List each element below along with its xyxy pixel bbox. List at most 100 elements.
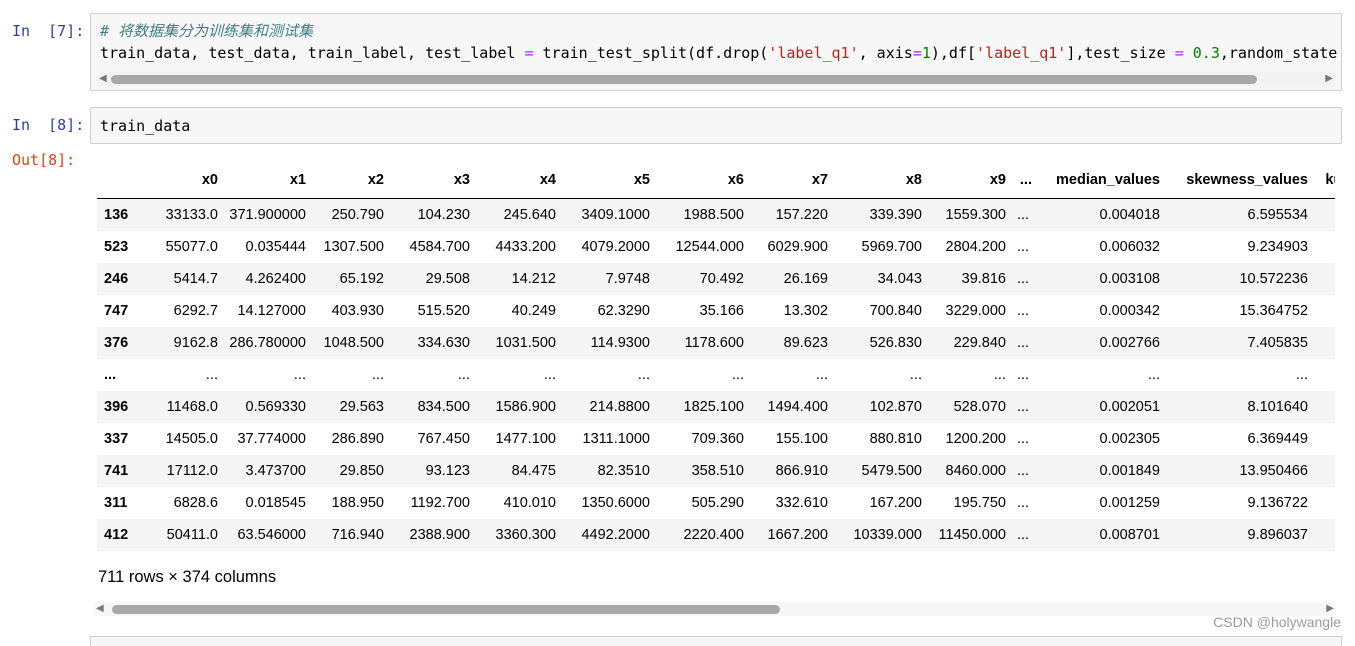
table-cell: 63.546000 (237, 527, 306, 543)
code-token: ,random_state (1219, 44, 1338, 62)
table-header-row: x0 x1 x2 x3 x4 x5 x6 x7 x8 x9... median_values skew… (97, 162, 1335, 199)
row-index: 396 (104, 399, 129, 415)
scroll-left-icon[interactable]: ◀ (96, 602, 104, 616)
code-token: ],test_size (1066, 44, 1175, 62)
row-index: ... (104, 367, 117, 383)
table-cell: 4079.2000 (581, 239, 650, 255)
table-cell: 11468.0 (166, 399, 218, 415)
row-index: 747 (104, 303, 129, 319)
table-cell: 155.100 (775, 431, 828, 447)
table-cell: 39.816 (961, 271, 1006, 287)
table-cell: ... (1016, 239, 1030, 255)
table-cell: 5969.700 (861, 239, 922, 255)
table-cell: ... (1016, 271, 1030, 287)
table-cell: 8460.000 (945, 463, 1006, 479)
table-cell: 5414.7 (173, 271, 218, 287)
table-cell: 9.896037 (1247, 527, 1308, 543)
table-cell: 6029.900 (767, 239, 828, 255)
next-cell-input[interactable] (90, 636, 1342, 646)
column-header: x5 (560, 162, 654, 199)
table-cell: 6.595534 (1247, 207, 1308, 223)
table-cell: ... (1016, 463, 1030, 479)
row-index: 376 (104, 335, 129, 351)
table-cell: 110.260 (1312, 519, 1335, 551)
table-cell: 35.166 (699, 303, 744, 319)
row-index: 412 (104, 527, 129, 543)
cell-7-code[interactable]: # 将数据集分为训练集和测试集 train_data, test_data, t… (91, 14, 1341, 64)
table-row: 747 6292.7 14.127000 403.930 515.520 40.249 62… (97, 295, 1335, 327)
table-cell: 65.192 (339, 271, 384, 287)
table-cell: 229.840 (953, 335, 1006, 351)
table-cell: ... (1147, 367, 1160, 383)
table-cell: 403.930 (331, 303, 384, 319)
cell-8-code[interactable]: train_data (91, 108, 1341, 137)
table-cell: 0.569330 (245, 399, 306, 415)
column-header: median_values (1036, 162, 1164, 199)
table-cell: 8.101640 (1247, 399, 1308, 415)
table-cell: 9.234903 (1247, 239, 1308, 255)
code-line: train_data, test_data, train_label, test… (100, 44, 1337, 62)
table-cell: ... (1016, 527, 1030, 543)
scrollbar-thumb[interactable] (111, 75, 1257, 84)
table-cell: 332.610 (775, 495, 828, 511)
table-cell: 104.230 (417, 207, 470, 223)
table-cell: 0.001849 (1099, 463, 1160, 479)
table-cell: 0.008701 (1099, 527, 1160, 543)
table-cell: ... (293, 367, 306, 383)
scrollbar-thumb[interactable] (112, 605, 780, 614)
table-cell: 55077.0 (165, 239, 218, 255)
row-index: 337 (104, 431, 129, 447)
table-cell: ... (371, 367, 384, 383)
table-cell: ... (909, 367, 922, 383)
dataframe-table: x0 x1 x2 x3 x4 x5 x6 x7 x8 x9... median_values skew… (97, 162, 1335, 551)
table-cell: 7.405835 (1247, 335, 1308, 351)
table-cell: 0.003108 (1099, 271, 1160, 287)
dataframe-shape: 711 rows × 374 columns (98, 568, 277, 586)
cell-7-prompt: In [7]: (12, 22, 85, 40)
table-cell: 3229.000 (945, 303, 1006, 319)
table-cell: ... (815, 367, 828, 383)
table-cell: 1178.600 (684, 335, 744, 351)
column-header: x4 (474, 162, 560, 199)
table-cell: 1350.6000 (581, 495, 650, 511)
table-cell: 96.739 (1312, 487, 1335, 519)
cell-8-input[interactable]: train_data (90, 107, 1342, 144)
table-cell: 358.510 (691, 463, 744, 479)
code-token: 0.3 (1192, 44, 1220, 62)
table-cell: ... (1016, 367, 1030, 383)
table-cell: 0.004018 (1099, 207, 1160, 223)
table-cell: 29.850 (339, 463, 384, 479)
table-cell: 1667.200 (767, 527, 828, 543)
table-cell: 410.010 (503, 495, 556, 511)
cell-7-horizontal-scrollbar[interactable]: ◀ ▶ (97, 72, 1335, 86)
table-cell: 286.780000 (229, 335, 306, 351)
table-cell: 2804.200 (945, 239, 1006, 255)
scroll-right-icon[interactable]: ▶ (1325, 72, 1333, 86)
table-row: 136 33133.0 371.900000 250.790 104.230 245.64… (97, 198, 1335, 232)
table-cell: 50.422 (1312, 199, 1335, 232)
table-cell: 0.035444 (245, 239, 306, 255)
table-cell: ... (1016, 495, 1030, 511)
output-horizontal-scrollbar[interactable]: ◀ ▶ (94, 602, 1336, 616)
table-cell: 7.9748 (605, 271, 650, 287)
code-token: ),df[ (930, 44, 977, 62)
table-cell: 37.774000 (237, 431, 306, 447)
table-cell: 1825.100 (683, 399, 744, 415)
table-cell: 14505.0 (165, 431, 218, 447)
table-cell: 70.492 (699, 271, 744, 287)
table-row: 741 17112.0 3.473700 29.850 93.123 84.475 82.3… (97, 455, 1335, 487)
table-cell: 89.623 (783, 335, 828, 351)
column-header: skewness_values (1164, 162, 1312, 199)
table-cell: 10339.000 (853, 527, 922, 543)
table-cell: 50411.0 (166, 527, 218, 543)
table-cell: 0.002305 (1099, 431, 1160, 447)
scroll-left-icon[interactable]: ◀ (99, 72, 107, 86)
table-cell: 33133.0 (165, 207, 218, 223)
table-cell: 0.006032 (1099, 239, 1160, 255)
table-cell: 3409.1000 (581, 207, 650, 223)
code-token: = (912, 44, 922, 62)
cell-7-input[interactable]: # 将数据集分为训练集和测试集 train_data, test_data, t… (90, 13, 1342, 91)
dataframe-output: x0 x1 x2 x3 x4 x5 x6 x7 x8 x9... median_values skew… (97, 162, 1335, 552)
table-cell: 880.810 (869, 431, 922, 447)
